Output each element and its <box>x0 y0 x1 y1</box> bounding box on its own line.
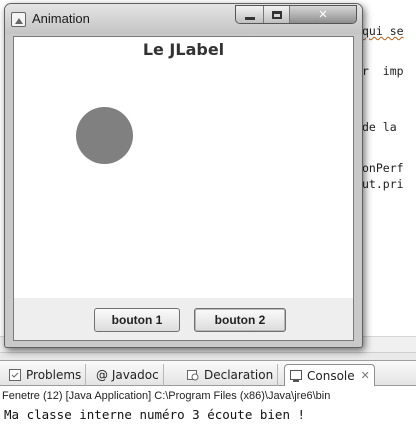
animation-window: Animation ✕ Le JLabel bouton 1 bouton 2 <box>4 3 363 348</box>
declaration-icon <box>186 368 200 382</box>
problems-icon <box>8 368 22 382</box>
window-title: Animation <box>32 11 90 26</box>
button-panel: bouton 1 bouton 2 <box>14 298 353 340</box>
editor-horizontal-scrollbar[interactable] <box>0 352 416 360</box>
code-line: onPerf <box>362 161 404 175</box>
jlabel-text: Le JLabel <box>142 40 225 59</box>
animated-circle <box>76 107 133 164</box>
code-line: de la <box>362 120 397 134</box>
tab-label: Problems <box>26 368 82 382</box>
tab-declaration[interactable]: Declaration <box>182 364 279 386</box>
tab-label: Declaration <box>204 368 274 382</box>
maximize-icon <box>271 10 282 19</box>
console-launch-path: Fenetre (12) [Java Application] C:\Progr… <box>2 390 331 402</box>
bouton-1-button[interactable]: bouton 1 <box>94 308 180 332</box>
window-content-pane: Le JLabel bouton 1 bouton 2 <box>13 36 354 341</box>
tab-javadoc[interactable]: @ Javadoc <box>92 364 164 386</box>
minimize-icon <box>244 16 255 20</box>
close-icon: ✕ <box>318 8 328 21</box>
console-output: Ma classe interne numéro 3 écoute bien ! <box>4 407 306 422</box>
views-panel: Problems @ Javadoc Declaration Console ✕… <box>0 360 416 441</box>
minimize-button[interactable] <box>236 6 264 23</box>
code-line: ut.pri <box>362 177 404 191</box>
window-title-bar[interactable]: Animation ✕ <box>5 4 362 34</box>
tab-console[interactable]: Console ✕ <box>284 364 375 386</box>
maximize-button[interactable] <box>264 6 290 23</box>
close-icon[interactable]: ✕ <box>361 369 370 382</box>
window-controls: ✕ <box>235 5 357 24</box>
code-line: qui se <box>362 24 404 38</box>
tab-label: @ Javadoc <box>96 368 159 382</box>
console-icon <box>289 369 303 383</box>
view-tab-bar: Problems @ Javadoc Declaration Console ✕ <box>0 361 416 386</box>
tab-problems[interactable]: Problems <box>4 364 87 386</box>
bouton-2-button[interactable]: bouton 2 <box>194 308 286 332</box>
tab-label: Console <box>307 368 355 383</box>
app-icon <box>11 12 26 27</box>
close-button[interactable]: ✕ <box>290 6 356 23</box>
code-line: r imp <box>362 64 404 78</box>
